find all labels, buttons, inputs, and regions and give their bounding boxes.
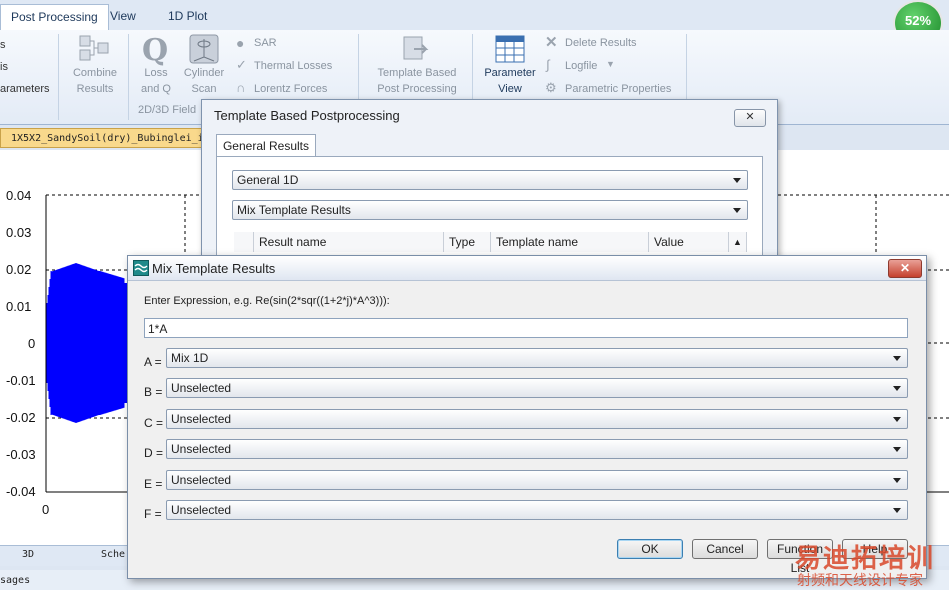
expression-hint: Enter Expression, e.g. Re(sin(2*sqr((1+2…	[144, 295, 390, 307]
loss-q-icon: Q	[142, 33, 168, 66]
operand-select[interactable]: Unselected	[166, 439, 908, 460]
operand-select[interactable]: Unselected	[166, 408, 908, 429]
ribbon-separator	[128, 34, 129, 120]
select-value: Mix Template Results	[237, 203, 351, 217]
mix-template-results-dialog: Mix Template Results ✕ Enter Expression,…	[127, 255, 927, 579]
operand-label: A =	[144, 355, 162, 369]
chevron-down-icon	[733, 208, 741, 213]
chevron-down-icon	[893, 386, 901, 392]
select-value: Mix 1D	[171, 351, 209, 365]
parameter-view-label-2: View	[498, 83, 522, 95]
template-select[interactable]: Mix Template Results	[232, 200, 748, 220]
dialog-close-button[interactable]: ✕	[888, 259, 922, 278]
chevron-down-icon	[893, 508, 901, 513]
cancel-button[interactable]: Cancel	[692, 539, 758, 559]
tab-general-results[interactable]: General Results	[216, 134, 316, 157]
tab-post-processing[interactable]: Post Processing	[0, 4, 109, 30]
parameter-view-label-1: Parameter	[484, 67, 536, 79]
tab-schematic[interactable]: Sche	[101, 549, 125, 560]
dialog-titlebar: Mix Template Results ✕	[128, 256, 926, 281]
select-value: Unselected	[171, 472, 232, 487]
operand-label: C =	[144, 415, 164, 430]
thermal-losses-label: Thermal Losses	[254, 60, 333, 72]
ribbon-separator	[58, 34, 59, 120]
operand-select[interactable]: Unselected	[166, 378, 908, 399]
parametric-properties-label: Parametric Properties	[565, 83, 672, 95]
expression-input[interactable]: 1*A	[144, 318, 908, 338]
watermark-tagline: 射频和天线设计专家	[797, 572, 923, 588]
sar-label: SAR	[254, 37, 277, 49]
operand-select[interactable]: Mix 1D	[166, 348, 908, 368]
row-header-corner	[234, 232, 254, 252]
dropdown-arrow-icon: ▼	[606, 59, 615, 69]
cylinder-scan-icon	[189, 34, 219, 64]
loss-q-label-1: Loss	[144, 67, 168, 79]
tab-1d-plot[interactable]: 1D Plot	[158, 4, 217, 30]
person-icon: ●	[236, 35, 245, 51]
combine-results-label-2: Results	[76, 83, 114, 95]
paperclip-icon: ∫	[546, 57, 550, 72]
operand-label: D =	[144, 446, 164, 461]
ok-button[interactable]: OK	[617, 539, 683, 559]
template-postprocessing-dialog: Template Based Postprocessing ✕ General …	[201, 99, 778, 281]
combine-results-label-1: Combine	[72, 67, 118, 79]
operand-label: F =	[144, 507, 162, 521]
chevron-down-icon	[893, 477, 901, 483]
tab-view[interactable]: View	[100, 4, 146, 30]
tab-3d[interactable]: 3D	[22, 549, 34, 560]
svg-text:Q: Q	[142, 33, 168, 66]
template-based-label-1: Template Based	[377, 67, 457, 79]
operand-label: B =	[144, 385, 163, 400]
logfile-label: Logfile	[565, 60, 598, 72]
column-header-type[interactable]: Type	[444, 232, 491, 252]
scroll-up-icon[interactable]: ▲	[729, 232, 747, 252]
result-category-select[interactable]: General 1D	[232, 170, 748, 190]
parameter-view-icon	[495, 35, 525, 63]
select-value: Unselected	[171, 381, 232, 396]
select-value: Unselected	[171, 442, 232, 457]
select-value: Unselected	[171, 503, 232, 517]
operand-select[interactable]: Unselected	[166, 500, 908, 520]
dialog-close-button[interactable]: ✕	[734, 109, 766, 127]
dialog-title: Mix Template Results	[152, 261, 276, 276]
column-header-template-name[interactable]: Template name	[491, 232, 649, 252]
template-based-icon	[403, 36, 429, 60]
cylinder-scan-label-1: Cylinder	[183, 67, 225, 79]
operand-select[interactable]: Unselected	[166, 469, 908, 490]
chevron-down-icon	[893, 447, 901, 453]
group-caption-2d3d: 2D/3D Field	[138, 104, 197, 116]
operand-label: E =	[144, 476, 163, 491]
loss-q-label-2: and Q	[141, 83, 171, 95]
chevron-down-icon	[733, 178, 741, 183]
close-icon: ✕	[899, 261, 911, 275]
lorentz-icon: ∩	[236, 80, 246, 95]
combine-results-icon	[79, 35, 109, 61]
ribbon-partial-item[interactable]: is	[0, 60, 14, 75]
cylinder-scan-label-2: Scan	[191, 83, 217, 95]
app-icon	[133, 260, 149, 276]
column-header-result-name[interactable]: Result name	[254, 232, 444, 252]
messages-label: sages	[0, 575, 31, 586]
close-icon: ✕	[745, 111, 755, 123]
document-tab[interactable]: 1X5X2_SandySoil(dry)_Bubinglei_i	[0, 128, 220, 148]
select-value: General 1D	[237, 173, 299, 187]
column-header-value[interactable]: Value	[649, 232, 729, 252]
chevron-down-icon	[893, 356, 901, 361]
delete-icon: ✕	[545, 34, 558, 51]
lorentz-forces-label: Lorentz Forces	[254, 83, 328, 95]
dialog-title: Template Based Postprocessing	[214, 108, 400, 123]
signal-waveform	[46, 263, 129, 423]
gear-icon: ⚙	[545, 80, 557, 95]
ribbon-partial-parameters[interactable]: arameters	[0, 82, 50, 97]
delete-results-label: Delete Results	[565, 37, 637, 49]
thermometer-icon: ✓	[236, 57, 247, 72]
template-based-label-2: Post Processing	[377, 83, 457, 95]
ribbon-tab-bar: Post Processing View 1D Plot	[0, 0, 949, 31]
select-value: Unselected	[171, 411, 232, 426]
chevron-down-icon	[893, 416, 901, 422]
ribbon-partial-item[interactable]: s	[0, 38, 14, 53]
